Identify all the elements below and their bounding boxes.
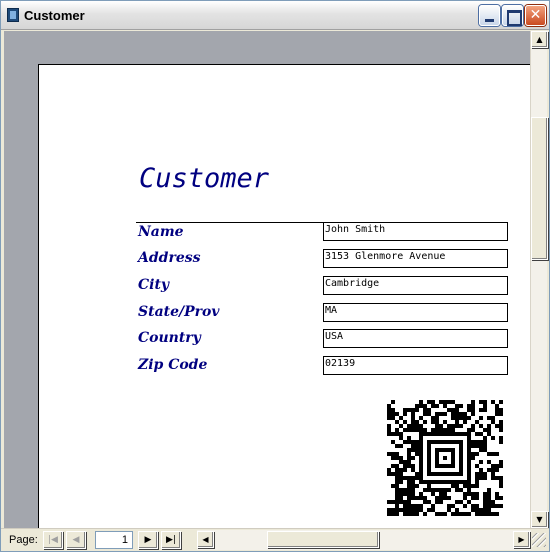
name-field: John Smith bbox=[323, 222, 508, 241]
report-icon bbox=[7, 8, 19, 22]
vertical-scrollbar[interactable]: ▲ ▼ bbox=[530, 31, 548, 528]
close-button[interactable]: ✕ bbox=[525, 5, 546, 26]
city-field: Cambridge bbox=[323, 276, 508, 295]
report-window: Customer ✕ Customer Name John Smith Addr… bbox=[0, 0, 550, 552]
address-label: Address bbox=[138, 250, 201, 266]
country-field: USA bbox=[323, 329, 508, 348]
first-page-button[interactable]: |◀ bbox=[43, 531, 63, 549]
title-bar[interactable]: Customer ✕ bbox=[1, 1, 549, 30]
name-label: Name bbox=[138, 224, 184, 240]
last-page-button[interactable]: ▶| bbox=[161, 531, 181, 549]
page-label: Page: bbox=[9, 534, 38, 546]
next-page-button[interactable]: ▶ bbox=[138, 531, 158, 549]
zip-code-field: 02139 bbox=[323, 356, 508, 375]
horizontal-scroll-thumb[interactable] bbox=[267, 531, 379, 548]
minimize-button[interactable] bbox=[479, 5, 500, 26]
navigation-bar: Page: |◀ ◀ 1 ▶ ▶| ◀ ▶ bbox=[1, 528, 549, 551]
country-label: Country bbox=[138, 330, 201, 346]
state-prov-label: State/Prov bbox=[138, 304, 220, 320]
report-page: Customer Name John Smith Address 3153 Gl… bbox=[38, 64, 530, 528]
state-prov-field: MA bbox=[323, 303, 508, 322]
horizontal-scrollbar[interactable]: ◀ ▶ bbox=[197, 530, 531, 550]
maximize-button[interactable] bbox=[502, 5, 523, 26]
page-number-input[interactable]: 1 bbox=[95, 531, 133, 549]
aztec-barcode-image bbox=[387, 400, 503, 516]
vertical-scroll-thumb[interactable] bbox=[531, 117, 548, 260]
scroll-up-button[interactable]: ▲ bbox=[531, 31, 548, 48]
close-icon: ✕ bbox=[529, 7, 542, 23]
scroll-right-button[interactable]: ▶ bbox=[513, 531, 530, 548]
resize-grip[interactable] bbox=[532, 533, 546, 547]
address-field: 3153 Glenmore Avenue bbox=[323, 249, 508, 268]
scroll-left-button[interactable]: ◀ bbox=[197, 531, 214, 548]
scroll-down-button[interactable]: ▼ bbox=[531, 511, 548, 528]
report-title: Customer bbox=[139, 163, 270, 194]
report-preview-area: Customer Name John Smith Address 3153 Gl… bbox=[4, 31, 530, 528]
previous-page-button[interactable]: ◀ bbox=[66, 531, 86, 549]
window-title: Customer bbox=[24, 8, 85, 23]
zip-code-label: Zip Code bbox=[138, 357, 208, 373]
city-label: City bbox=[138, 277, 170, 293]
